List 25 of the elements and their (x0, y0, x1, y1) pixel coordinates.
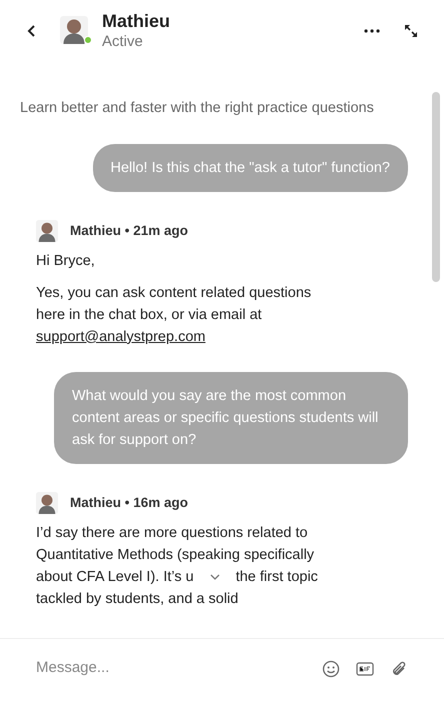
sent-message-bubble: What would you say are the most common content areas or specific questions students will ask for support on? (54, 372, 408, 464)
gif-button[interactable] (356, 662, 374, 676)
chevron-down-icon[interactable] (210, 574, 220, 580)
message-text: I’d say there are more questions related to (36, 524, 309, 543)
contact-status: Active (102, 32, 144, 52)
attachment-button[interactable] (390, 660, 408, 678)
message-input-field[interactable]: Message... (36, 657, 312, 680)
message-text: the first topic (236, 568, 318, 587)
avatar-icon (36, 492, 58, 514)
message-author-time: Mathieu • 21m ago (70, 222, 188, 240)
contact-name: Mathieu (102, 10, 170, 33)
email-link[interactable]: support@analystprep.com (36, 326, 206, 348)
message-author-time: Mathieu • 16m ago (70, 494, 188, 512)
chevron-left-icon[interactable] (26, 24, 36, 38)
message-text: about CFA Level I). It’s u (36, 568, 194, 587)
avatar-icon (36, 220, 58, 242)
sent-message-bubble: Hello! Is this chat the "ask a tutor" function? (92, 144, 408, 192)
avatar-icon (60, 16, 88, 44)
emoji-button[interactable] (322, 660, 340, 678)
message-text: tackled by students, and a solid (36, 590, 240, 609)
message-text: Hi Bryce, (36, 252, 96, 271)
message-text: Quantitative Methods (speaking specifically (36, 546, 316, 565)
more-icon[interactable] (364, 29, 380, 33)
scrollbar-thumb[interactable] (432, 92, 440, 282)
tagline-text: Learn better and faster with the right practice questions (20, 99, 375, 118)
